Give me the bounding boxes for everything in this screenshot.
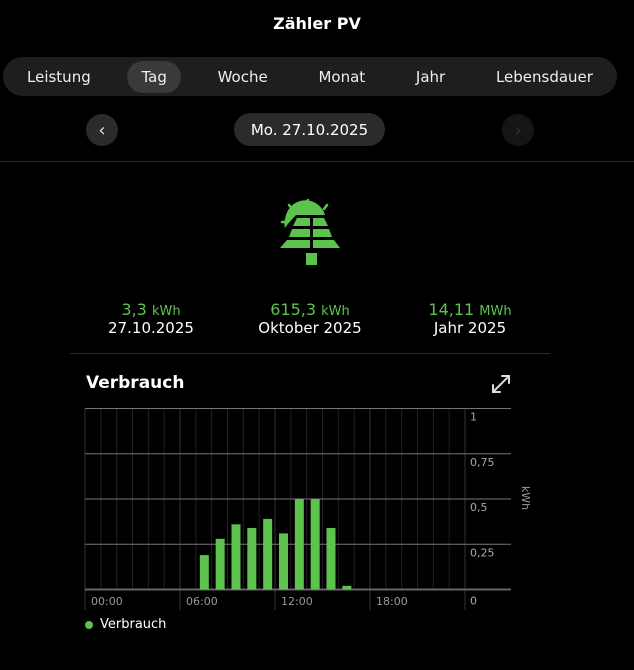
stat-day: 3,3 kWh 27.10.2025 [66, 300, 236, 337]
chart-bar [215, 538, 225, 590]
y-tick-label: 0,25 [470, 546, 495, 559]
stat-label: 27.10.2025 [108, 319, 194, 337]
legend-dot [85, 620, 93, 629]
divider [0, 161, 634, 162]
chart-bar [199, 555, 209, 590]
stat-value: 3,3 [121, 300, 147, 319]
stat-label: Oktober 2025 [258, 319, 362, 337]
next-day-button[interactable]: › [502, 114, 534, 146]
consumption-chart: 0 0,25 0,5 0,75 1 00:00 06:00 12:00 18:00 kWh [84, 408, 532, 610]
chart-bar [279, 533, 288, 590]
x-tick-label: 12:00 [281, 595, 313, 608]
y-tick-label: 0,5 [470, 501, 488, 514]
chart-bar [310, 499, 320, 590]
x-tick-label: 06:00 [186, 595, 218, 608]
tab-tag[interactable]: Tag [127, 60, 181, 93]
y-axis-label: kWh [519, 486, 532, 510]
y-tick-label: 0,75 [470, 456, 495, 469]
x-tick-label: 00:00 [91, 595, 123, 608]
stat-label: Jahr 2025 [433, 319, 507, 337]
page-title: Zähler PV [273, 14, 361, 33]
legend-label: Verbrauch [100, 617, 167, 632]
tab-woche[interactable]: Woche [204, 61, 282, 93]
expand-icon[interactable] [490, 373, 512, 395]
tab-leistung[interactable]: Leistung [13, 61, 105, 93]
divider [70, 353, 550, 354]
chevron-right-icon: › [514, 119, 522, 141]
tab-lebensdauer[interactable]: Lebensdauer [482, 61, 607, 93]
stat-value: 615,3 [270, 300, 317, 319]
stat-value: 14,11 [428, 300, 475, 319]
chart-bar [263, 518, 273, 590]
tab-jahr[interactable]: Jahr [402, 61, 459, 93]
chart-bar [247, 527, 257, 590]
stat-unit: MWh [479, 304, 512, 319]
y-tick-label: 0 [470, 595, 477, 608]
section-title: Verbrauch [86, 373, 185, 393]
y-tick-label: 1 [470, 411, 477, 424]
tab-monat[interactable]: Monat [304, 61, 379, 93]
previous-day-button[interactable]: ‹ [86, 114, 118, 146]
date-selector[interactable]: Mo. 27.10.2025 [234, 113, 385, 146]
chart-bar [231, 524, 241, 590]
stat-year: 14,11 MWh Jahr 2025 [385, 300, 555, 337]
stat-unit: kWh [151, 304, 181, 319]
chart-bar [326, 527, 336, 590]
chart-legend[interactable]: Verbrauch [85, 617, 166, 632]
chart-bar [294, 499, 304, 590]
stat-unit: kWh [321, 304, 350, 319]
solar-panel-icon [280, 198, 340, 265]
chart-bar [342, 585, 352, 590]
chevron-left-icon: ‹ [98, 119, 106, 141]
period-tabs: Leistung Tag Woche Monat Jahr Lebensdaue… [3, 57, 617, 96]
stat-month: 615,3 kWh Oktober 2025 [225, 300, 395, 337]
x-tick-label: 18:00 [376, 595, 408, 608]
